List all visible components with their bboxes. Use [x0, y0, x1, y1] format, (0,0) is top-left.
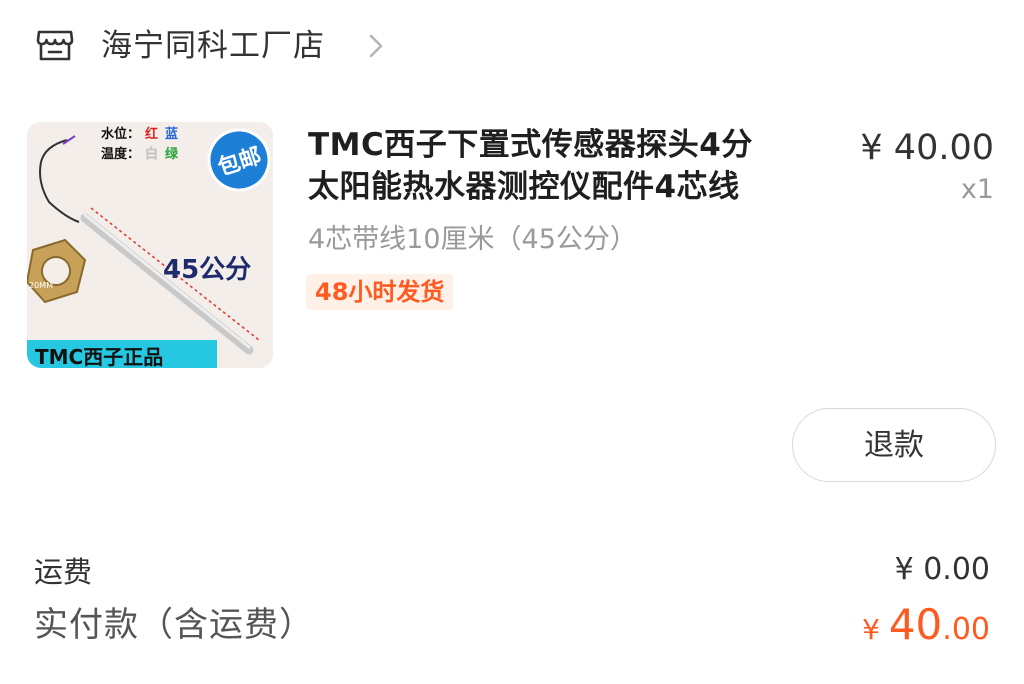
product-title-line1[interactable]: TMC西子下置式传感器探头4分: [308, 124, 828, 166]
product-title-line2[interactable]: 太阳能热水器测控仪配件4芯线: [308, 166, 828, 208]
amount-paid-currency: ¥: [862, 613, 889, 646]
amount-paid-label: 实付款（含运费）: [34, 605, 314, 645]
chevron-right-icon[interactable]: [366, 32, 386, 60]
image-length-label: 45公分: [163, 255, 251, 285]
shipping-fee-value: ¥ 0.00: [894, 552, 990, 587]
shipping-time-tag: 48小时发货: [306, 274, 454, 310]
product-sku: 4芯带线10厘米（45公分）: [308, 224, 637, 255]
amount-paid-integer: 40: [888, 600, 943, 649]
amount-paid-decimal: .00: [942, 612, 990, 647]
product-price: ¥ 40.00: [860, 128, 994, 168]
image-label-blue: 蓝: [165, 126, 178, 142]
store-icon: [36, 28, 74, 62]
refund-button[interactable]: 退款: [792, 408, 996, 482]
image-label-temp: 温度：: [101, 146, 140, 162]
nut-size-label: 20MM: [29, 281, 53, 290]
image-banner: TMC西子正品: [35, 345, 163, 368]
image-label-red: 红: [145, 126, 158, 142]
shop-name[interactable]: 海宁同科工厂店: [101, 24, 325, 68]
product-quantity: x1: [960, 174, 994, 205]
shop-header[interactable]: 海宁同科工厂店: [0, 0, 1024, 92]
image-label-green: 绿: [165, 146, 179, 162]
image-label-water: 水位：: [101, 126, 140, 142]
amount-paid-value: ¥ 40.00: [862, 598, 990, 661]
product-title[interactable]: TMC西子下置式传感器探头4分 太阳能热水器测控仪配件4芯线: [308, 124, 828, 208]
product-image[interactable]: 20MM 水位： 红 蓝 温度： 白 绿 包邮 45公分 TMC西子正品: [27, 122, 273, 368]
shipping-fee-label: 运费: [34, 555, 93, 589]
image-label-white: 白: [145, 146, 158, 162]
